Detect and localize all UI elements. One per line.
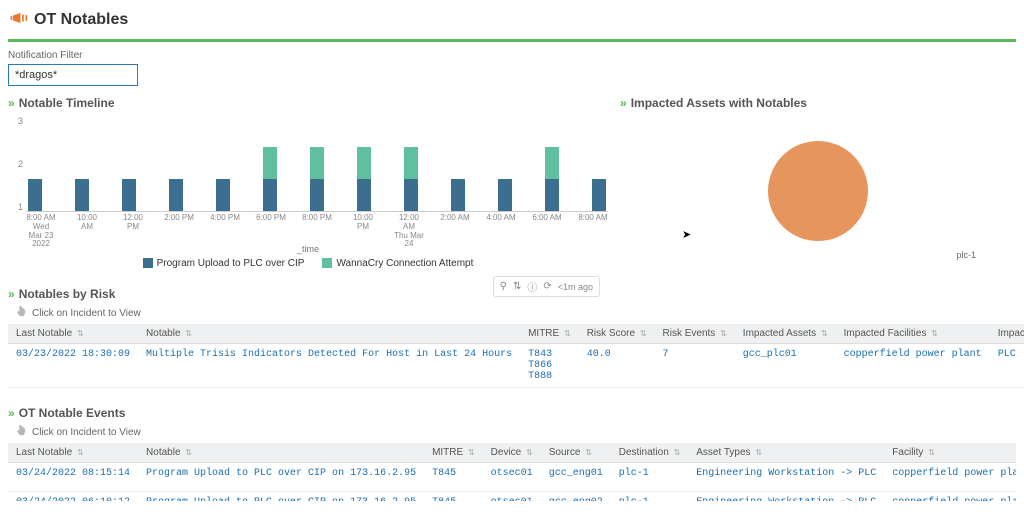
- page-title: OT Notables: [34, 11, 128, 29]
- chart-toolbar: ⚲ ⇅ ⓘ ⟳ <1m ago: [493, 276, 600, 297]
- info-icon[interactable]: ⓘ: [527, 279, 537, 294]
- chevron-double-icon: »: [620, 96, 627, 110]
- column-header[interactable]: Risk Events ⇅: [655, 324, 735, 344]
- filter-block: Notification Filter: [8, 50, 1016, 86]
- pie-slice: [768, 141, 868, 241]
- zoom-icon[interactable]: ⚲: [500, 281, 507, 292]
- filter-label: Notification Filter: [8, 50, 1016, 61]
- page-header: OT Notables: [8, 4, 1016, 35]
- column-header[interactable]: Last Notable ⇅: [8, 324, 138, 344]
- column-header[interactable]: Impacted Asset Types ⇅: [990, 324, 1024, 344]
- events-table: Last Notable ⇅Notable ⇅MITRE ⇅Device ⇅So…: [8, 443, 1016, 501]
- risk-table: Last Notable ⇅Notable ⇅MITRE ⇅Risk Score…: [8, 324, 1024, 388]
- chart-x-axis: 8:00 AMWed Mar 23202210:00 AM12:00 PM2:0…: [26, 212, 608, 236]
- bar[interactable]: [545, 147, 559, 211]
- refresh-icon[interactable]: ⟳: [543, 281, 551, 292]
- bar[interactable]: [28, 179, 42, 211]
- column-header[interactable]: Device ⇅: [483, 443, 541, 463]
- column-header[interactable]: MITRE ⇅: [424, 443, 483, 463]
- table-row[interactable]: 03/23/2022 18:30:09 Multiple Trisis Indi…: [8, 344, 1024, 388]
- column-header[interactable]: Impacted Facilities ⇅: [836, 324, 990, 344]
- section-events: » OT Notable Events Click on Incident to…: [8, 406, 1016, 501]
- table-row[interactable]: 03/24/2022 08:15:14Program Upload to PLC…: [8, 463, 1016, 492]
- chart-age: <1m ago: [558, 282, 593, 292]
- column-header[interactable]: MITRE ⇅: [520, 324, 579, 344]
- section-risk: » Notables by Risk Click on Incident to …: [8, 287, 1016, 388]
- panel-title-events: » OT Notable Events: [8, 406, 1016, 420]
- column-header[interactable]: Asset Types ⇅: [688, 443, 884, 463]
- panel-title-impacted: » Impacted Assets with Notables: [620, 96, 1016, 110]
- chevron-double-icon: »: [8, 287, 15, 301]
- pointer-icon: [14, 305, 28, 322]
- bar[interactable]: [451, 179, 465, 211]
- bar[interactable]: [263, 147, 277, 211]
- bar[interactable]: [592, 179, 606, 211]
- notable-timeline-chart[interactable]: 321 8:00 AMWed Mar 23202210:00 AM12:00 P…: [8, 116, 608, 236]
- cursor-icon: ➤: [682, 228, 691, 241]
- panel-timeline: » Notable Timeline 321 8:00 AMWed Mar 23…: [8, 96, 608, 269]
- bar[interactable]: [216, 179, 230, 211]
- pie-slice-label: plc-1: [956, 250, 976, 260]
- panel-title-timeline: » Notable Timeline: [8, 96, 608, 110]
- bar[interactable]: [404, 147, 418, 211]
- bar[interactable]: [169, 179, 183, 211]
- chevron-double-icon: »: [8, 406, 15, 420]
- legend-item-a[interactable]: Program Upload to PLC over CIP: [143, 258, 305, 269]
- header-rule: [8, 39, 1016, 42]
- impacted-pie-chart[interactable]: plc-1: [620, 116, 1016, 266]
- column-header[interactable]: Risk Score ⇅: [579, 324, 655, 344]
- column-header[interactable]: Notable ⇅: [138, 324, 520, 344]
- panel-impacted: » Impacted Assets with Notables plc-1: [620, 96, 1016, 269]
- column-header[interactable]: Notable ⇅: [138, 443, 424, 463]
- chevron-double-icon: »: [8, 96, 15, 110]
- notification-filter-input[interactable]: [8, 64, 138, 86]
- table-row[interactable]: 03/24/2022 06:10:12Program Upload to PLC…: [8, 492, 1016, 502]
- bar[interactable]: [498, 179, 512, 211]
- chart-x-label: _time: [8, 244, 608, 254]
- pointer-icon: [14, 424, 28, 441]
- risk-hint: Click on Incident to View: [14, 305, 1016, 322]
- bar[interactable]: [310, 147, 324, 211]
- column-header[interactable]: Facility ⇅: [884, 443, 1016, 463]
- events-hint: Click on Incident to View: [14, 424, 1016, 441]
- chart-legend: Program Upload to PLC over CIP WannaCry …: [8, 258, 608, 269]
- chart-y-axis: 321: [8, 116, 26, 212]
- column-header[interactable]: Impacted Assets ⇅: [735, 324, 836, 344]
- bar[interactable]: [75, 179, 89, 211]
- column-header[interactable]: Destination ⇅: [611, 443, 689, 463]
- pan-icon[interactable]: ⇅: [513, 281, 521, 292]
- chart-bars: [26, 116, 608, 211]
- column-header[interactable]: Source ⇅: [541, 443, 611, 463]
- bar[interactable]: [122, 179, 136, 211]
- bar[interactable]: [357, 147, 371, 211]
- megaphone-icon: [8, 8, 28, 31]
- legend-item-b[interactable]: WannaCry Connection Attempt: [322, 258, 473, 269]
- column-header[interactable]: Last Notable ⇅: [8, 443, 138, 463]
